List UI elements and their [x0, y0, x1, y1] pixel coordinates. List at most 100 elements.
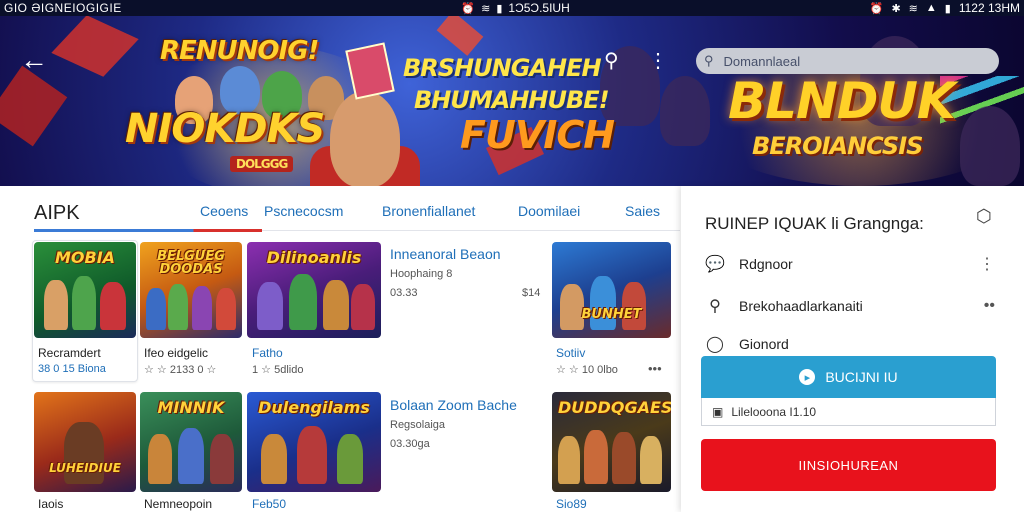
game-meta: ☆ ☆ 10 0lbo	[556, 364, 618, 376]
game-title: Feb50	[252, 497, 287, 511]
game-art-title: MINNIK	[157, 398, 225, 417]
search-icon[interactable]: ⚲	[604, 48, 619, 73]
game-character	[323, 280, 349, 330]
banner-logo-badge: DOLGGG	[230, 156, 294, 172]
game-title: Ifeo eidgelic	[144, 346, 209, 360]
tab-4[interactable]: Saies	[625, 203, 660, 219]
chat-icon: 💬	[705, 256, 725, 273]
game-art-title: DUDDQGAES	[558, 398, 671, 417]
game-tile[interactable]: Dulengilams	[247, 392, 381, 492]
tab-divider	[262, 230, 680, 231]
back-arrow-icon[interactable]: ←	[20, 46, 48, 74]
more-vertical-icon[interactable]: ⋮	[648, 48, 668, 73]
banner-headline: BLNDUK	[728, 72, 956, 130]
more-horizontal-icon[interactable]: •••	[648, 361, 662, 376]
featured-title[interactable]: Inneanoral Beaon	[390, 246, 501, 262]
game-art-title: LUHEIDIUE	[49, 461, 121, 475]
wifi-icon: ≋	[481, 2, 491, 15]
featured-title[interactable]: Bolaan Zoom Bache	[390, 397, 517, 413]
alarm-icon: ⏰	[461, 2, 476, 15]
game-tile[interactable]: MINNIK	[140, 392, 242, 492]
search-icon: ⚲	[709, 298, 721, 315]
game-title: Sotiiv	[556, 346, 586, 360]
location-pin-icon: ◯	[706, 336, 724, 353]
featured-subtitle: Regsolaiga	[390, 419, 446, 431]
danger-button[interactable]: IINSIOHUREAN	[701, 439, 996, 491]
featured-subtitle: Hoophaing 8	[390, 268, 453, 280]
game-character	[192, 286, 212, 330]
info-row: ▣ Lilelooona I1.10	[701, 398, 996, 426]
game-tile[interactable]: Dilinoanlis	[247, 242, 381, 338]
game-meta: 38 0 15 Biona	[38, 363, 106, 375]
banner-headline-sub: BEROIANCSIS	[752, 132, 923, 160]
banner-logo-line2: NIOKDKS	[125, 106, 325, 152]
panel-row-search[interactable]: ⚲ Brekohaadlarkanaiti ••	[705, 296, 995, 316]
game-character	[289, 274, 317, 330]
danger-button-label: IINSIOHUREAN	[798, 457, 899, 473]
game-character	[257, 282, 283, 330]
status-bar-text: GIO ƏIGNEIOGIGIE	[4, 1, 122, 15]
panel-row-label: Rdgnoor	[739, 256, 793, 272]
game-character	[168, 284, 188, 330]
side-panel: RUINEP IQUAK li Grangnga: ⬡ 💬 Rdgnoor ⋮ …	[681, 186, 1024, 512]
hero-banner[interactable]: ← RENUNOIG! NIOKDKS DOLGGG BRSHUNGAHEH B…	[0, 16, 1024, 186]
primary-button[interactable]: ▸ BUCIJNI IU	[701, 356, 996, 398]
game-tile[interactable]: LUHEIDIUE	[34, 392, 136, 492]
game-character	[146, 288, 166, 330]
game-character	[148, 434, 172, 484]
game-art-title: BELGUEG DOODAS	[157, 249, 225, 277]
primary-button-label: BUCIJNI IU	[825, 369, 898, 385]
game-character	[558, 436, 580, 484]
tab-2[interactable]: Bronenfiallanet	[382, 203, 475, 219]
status-clock: 1Ɔ5Ɔ.5IUH	[508, 1, 570, 15]
tab-0[interactable]: Ceoens	[200, 203, 248, 219]
game-character	[210, 434, 234, 484]
info-text: Lilelooona I1.10	[731, 404, 817, 419]
game-character	[297, 426, 327, 484]
search-input[interactable]: ⚲ Domannlaeal	[696, 48, 999, 74]
game-character	[640, 436, 662, 484]
tab-3[interactable]: Doomilaei	[518, 203, 580, 219]
tab-1[interactable]: Pscnecocsm	[264, 203, 343, 219]
crowd-silhouette	[660, 76, 710, 146]
game-title: Iaois	[38, 497, 64, 511]
game-meta: ☆ ☆ 2133 0 ☆	[144, 364, 217, 376]
panel-title: RUINEP IQUAK li Grangnga:	[705, 214, 924, 233]
banner-shard	[0, 65, 68, 147]
game-character	[351, 284, 375, 330]
panel-row-location[interactable]: ◯ Gionord	[705, 334, 995, 354]
more-horizontal-icon[interactable]: ••	[984, 297, 995, 315]
crowd-silhouette	[960, 106, 1020, 186]
status-bar: GIO ƏIGNEIOGIGIE ⏰ ≋ ▮ 1Ɔ5Ɔ.5IUH ⏰ ✱ ≋ ▲…	[0, 0, 1024, 16]
game-character	[100, 282, 126, 330]
game-character	[261, 434, 287, 484]
banner-promo-line2: BHUMAHHUBE!	[414, 86, 610, 114]
game-tile[interactable]: DUDDQGAES	[552, 392, 671, 492]
featured-size: 03.33	[390, 287, 418, 299]
search-icon: ⚲	[704, 53, 714, 68]
game-character	[72, 276, 96, 330]
game-art-title: Dilinoanlis	[266, 248, 362, 267]
game-tile[interactable]: MOBIA	[34, 242, 136, 338]
game-character	[584, 430, 608, 484]
panel-row-chat[interactable]: 💬 Rdgnoor ⋮	[705, 254, 995, 274]
game-tile[interactable]: BELGUEG DOODAS	[140, 242, 242, 338]
featured-size: 03.30ga	[390, 438, 430, 450]
signal-icon: ▲	[925, 2, 937, 14]
game-tile[interactable]: BUNHET	[552, 242, 671, 338]
game-character	[178, 428, 204, 484]
game-title: Fatho	[252, 346, 283, 360]
status-clock-right: 1122 13HM	[958, 1, 1020, 15]
tag-icon[interactable]: ⬡	[976, 206, 992, 227]
more-vertical-icon[interactable]: ⋮	[979, 254, 995, 274]
game-character	[337, 434, 363, 484]
featured-count: $14	[522, 287, 541, 299]
game-meta: 1 ☆ 5dlido	[252, 364, 304, 376]
banner-logo-line1: RENUNOIG!	[160, 36, 319, 66]
game-art-title: BUNHET	[581, 307, 642, 322]
search-placeholder: Domannlaeal	[723, 53, 801, 69]
battery-icon: ▮	[944, 2, 951, 15]
game-title: Nemneopoin	[144, 497, 213, 511]
banner-promo-line1: BRSHUNGAHEH	[403, 54, 602, 82]
banner-shard	[436, 16, 484, 56]
